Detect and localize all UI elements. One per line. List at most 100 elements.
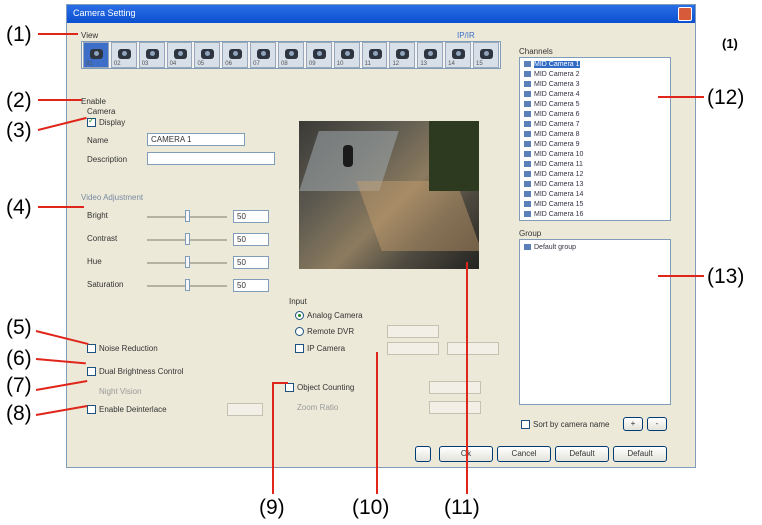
channel-item[interactable]: MID Camera 3 xyxy=(524,81,580,88)
camera-button-04[interactable]: 04 xyxy=(166,42,193,68)
camera-button-05[interactable]: 05 xyxy=(194,42,221,68)
channel-item[interactable]: MID Camera 1 xyxy=(524,61,580,68)
camera-icon xyxy=(524,91,531,98)
channel-item[interactable]: MID Camera 2 xyxy=(524,71,580,78)
default-button-1[interactable]: Default xyxy=(555,446,609,462)
analog-camera-radio[interactable] xyxy=(295,311,304,320)
contrast-slider-thumb[interactable] xyxy=(185,233,190,245)
name-field[interactable]: CAMERA 1 xyxy=(147,133,245,146)
camera-button-15[interactable]: 15 xyxy=(473,42,499,68)
camera-icon xyxy=(396,49,410,59)
channel-label: MID Camera 4 xyxy=(534,91,580,98)
close-button[interactable] xyxy=(678,7,692,21)
channel-item[interactable]: MID Camera 15 xyxy=(524,201,583,208)
display-label: Display xyxy=(99,118,126,127)
camera-button-02[interactable]: 02 xyxy=(110,42,137,68)
camera-icon xyxy=(524,191,531,198)
camera-setting-dialog: Camera Setting View IP/IR 01 02 03 04 05 06 07… xyxy=(66,4,696,468)
camera-preview xyxy=(299,121,479,269)
dual-brightness-checkbox[interactable] xyxy=(87,367,96,376)
description-field[interactable] xyxy=(147,152,275,165)
view-link[interactable]: IP/IR xyxy=(457,31,475,40)
noise-reduction-checkbox[interactable] xyxy=(87,344,96,353)
deinterlace-value xyxy=(227,403,263,416)
camera-icon xyxy=(524,81,531,88)
deinterlace-checkbox[interactable] xyxy=(87,405,96,414)
sort-label: Sort by camera name xyxy=(533,420,610,429)
channel-item[interactable]: MID Camera 11 xyxy=(524,161,583,168)
object-counting-checkbox[interactable] xyxy=(285,383,294,392)
contrast-value[interactable]: 50 xyxy=(233,233,269,246)
ip-camera-label: IP Camera xyxy=(307,344,346,353)
leader-line-12 xyxy=(658,96,704,98)
camera-icon xyxy=(524,181,531,188)
channel-item[interactable]: MID Camera 5 xyxy=(524,101,580,108)
saturation-slider-thumb[interactable] xyxy=(185,279,190,291)
channel-label: MID Camera 9 xyxy=(534,141,580,148)
camera-number: 01 xyxy=(86,61,93,67)
camera-number: 11 xyxy=(364,61,371,67)
camera-button-13[interactable]: 13 xyxy=(417,42,444,68)
channel-label: MID Camera 8 xyxy=(534,131,580,138)
group-item-default[interactable]: Default group xyxy=(524,244,576,251)
callout-11: (11) xyxy=(444,496,480,519)
default-button-2[interactable]: Default xyxy=(613,446,667,462)
hue-slider-thumb[interactable] xyxy=(185,256,190,268)
group-list[interactable]: Default group xyxy=(519,239,671,405)
display-checkbox[interactable] xyxy=(87,116,96,127)
hue-value[interactable]: 50 xyxy=(233,256,269,269)
camera-number: 13 xyxy=(420,61,427,67)
callout-4: (4) xyxy=(6,196,32,219)
channel-item[interactable]: MID Camera 10 xyxy=(524,151,583,158)
camera-button-12[interactable]: 12 xyxy=(389,42,416,68)
channel-item[interactable]: MID Camera 16 xyxy=(524,211,583,218)
camera-button-09[interactable]: 09 xyxy=(305,42,332,68)
callout-top-right: (1) xyxy=(722,36,738,51)
channel-label: MID Camera 7 xyxy=(534,121,580,128)
channels-list[interactable]: MID Camera 1 MID Camera 2 MID Camera 3 MID … xyxy=(519,57,671,221)
leader-line-13 xyxy=(658,275,704,277)
camera-button-11[interactable]: 11 xyxy=(361,42,388,68)
remote-dvr-label: Remote DVR xyxy=(307,327,355,336)
channel-item[interactable]: MID Camera 7 xyxy=(524,121,580,128)
channel-item[interactable]: MID Camera 8 xyxy=(524,131,580,138)
camera-icon xyxy=(524,141,531,148)
channel-item[interactable]: MID Camera 13 xyxy=(524,181,583,188)
saturation-value[interactable]: 50 xyxy=(233,279,269,292)
camera-button-08[interactable]: 08 xyxy=(278,42,304,68)
camera-button-14[interactable]: 14 xyxy=(445,42,472,68)
camera-button-10[interactable]: 10 xyxy=(333,42,360,68)
channel-item[interactable]: MID Camera 12 xyxy=(524,171,583,178)
callout-6: (6) xyxy=(6,347,32,370)
ip-camera-checkbox[interactable] xyxy=(295,344,304,353)
camera-button-06[interactable]: 06 xyxy=(222,42,249,68)
callout-1: (1) xyxy=(6,23,32,46)
description-label: Description xyxy=(87,155,128,164)
remote-dvr-radio[interactable] xyxy=(295,327,304,336)
channel-label: MID Camera 2 xyxy=(534,71,580,78)
cancel-button[interactable]: Cancel xyxy=(497,446,551,462)
channel-label: MID Camera 3 xyxy=(534,81,580,88)
info-button[interactable] xyxy=(415,446,431,462)
sort-checkbox[interactable] xyxy=(521,420,530,429)
bright-label: Bright xyxy=(87,211,108,220)
leader-line-11 xyxy=(466,262,468,494)
remove-button[interactable]: - xyxy=(647,417,667,431)
bright-slider-thumb[interactable] xyxy=(185,210,190,222)
camera-button-01[interactable]: 01 xyxy=(83,42,109,68)
hue-label: Hue xyxy=(87,257,102,266)
video-adjustment-label: Video Adjustment xyxy=(81,193,144,202)
camera-icon xyxy=(524,151,531,158)
channel-item[interactable]: MID Camera 6 xyxy=(524,111,580,118)
camera-strip: 01 02 03 04 05 06 07 08 09 10 11 12 13 14 15 xyxy=(81,41,501,69)
add-button[interactable]: + xyxy=(623,417,643,431)
channel-item[interactable]: MID Camera 4 xyxy=(524,91,580,98)
camera-icon xyxy=(524,121,531,128)
channel-item[interactable]: MID Camera 9 xyxy=(524,141,580,148)
bright-value[interactable]: 50 xyxy=(233,210,269,223)
camera-button-03[interactable]: 03 xyxy=(138,42,165,68)
camera-label: Camera xyxy=(87,107,116,116)
camera-button-07[interactable]: 07 xyxy=(250,42,277,68)
remote-dvr-field xyxy=(387,325,439,338)
channel-item[interactable]: MID Camera 14 xyxy=(524,191,583,198)
